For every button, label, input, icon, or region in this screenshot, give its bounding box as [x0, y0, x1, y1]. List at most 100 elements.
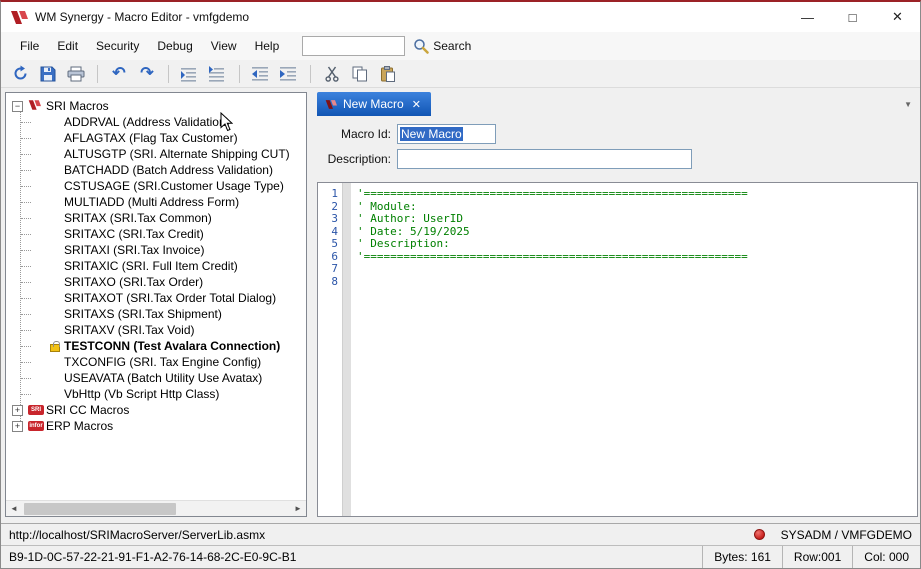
- row-indicator: Row:001: [781, 546, 852, 568]
- infor-icon: infor: [28, 421, 44, 431]
- minimize-button[interactable]: —: [785, 2, 830, 32]
- node-icon: SRI: [28, 403, 44, 415]
- tree-item[interactable]: SRITAXS (SRI.Tax Shipment): [6, 306, 306, 322]
- tree-item[interactable]: SRITAXC (SRI.Tax Credit): [6, 226, 306, 242]
- connection-status-icon: [753, 529, 765, 540]
- session-token: B9-1D-0C-57-22-21-91-F1-A2-76-14-68-2C-E…: [9, 550, 297, 564]
- code-line: '=======================================…: [357, 187, 748, 200]
- refresh-button[interactable]: [9, 63, 31, 85]
- undo-button[interactable]: ↶: [108, 63, 130, 85]
- bytes-indicator: Bytes: 161: [702, 546, 782, 568]
- tree-item-label: SRITAXIC (SRI. Full Item Credit): [64, 259, 238, 273]
- tree-item[interactable]: BATCHADD (Batch Address Validation): [6, 162, 306, 178]
- tree-item[interactable]: SRITAXO (SRI.Tax Order): [6, 274, 306, 290]
- expand-icon[interactable]: +: [12, 421, 23, 432]
- tree-item[interactable]: AFLAGTAX (Flag Tax Customer): [6, 130, 306, 146]
- title-bar: WM Synergy - Macro Editor - vmfgdemo — □…: [1, 2, 920, 32]
- indent-increase-button[interactable]: [278, 63, 300, 85]
- tree-root-label: ERP Macros: [46, 419, 114, 433]
- tree-item-label: SRITAXC (SRI.Tax Credit): [64, 227, 204, 241]
- undo-icon: ↶: [112, 64, 126, 82]
- description-input[interactable]: [397, 149, 692, 169]
- col-indicator: Col: 000: [852, 546, 920, 568]
- tree-item-label: SRITAXO (SRI.Tax Order): [64, 275, 204, 289]
- menu-help[interactable]: Help: [246, 35, 289, 57]
- cut-button[interactable]: [321, 63, 343, 85]
- tab-close-icon[interactable]: ✕: [412, 98, 421, 111]
- menu-debug[interactable]: Debug: [148, 35, 201, 57]
- code-line: ' Description:: [357, 237, 450, 250]
- tree-root-erp-macros[interactable]: + infor ERP Macros: [6, 418, 306, 434]
- search-button[interactable]: Search: [413, 38, 471, 54]
- refresh-icon: [12, 65, 29, 82]
- editor-margin-strip: [342, 183, 351, 516]
- search-input[interactable]: [302, 36, 406, 56]
- tree-item-label: BATCHADD (Batch Address Validation): [64, 163, 273, 177]
- toolbar-separator: [239, 64, 240, 83]
- menu-view[interactable]: View: [202, 35, 246, 57]
- tree-item-label: SRITAXI (SRI.Tax Invoice): [64, 243, 205, 257]
- indent-decrease-icon: [252, 66, 270, 82]
- maximize-button[interactable]: □: [830, 2, 875, 32]
- tree-item[interactable]: MULTIADD (Multi Address Form): [6, 194, 306, 210]
- sri-macros-icon: [28, 99, 41, 111]
- collapse-icon[interactable]: −: [12, 101, 23, 112]
- close-button[interactable]: ✕: [875, 2, 920, 32]
- copy-button[interactable]: [349, 63, 371, 85]
- tree-item[interactable]: ADDRVAL (Address Validation): [6, 114, 306, 130]
- tree-item-label: MULTIADD (Multi Address Form): [64, 195, 240, 209]
- expand-icon[interactable]: +: [12, 405, 23, 416]
- line-number-gutter: 12345678: [318, 183, 342, 516]
- line-indent-button[interactable]: [207, 63, 229, 85]
- tree-root-sri-macros[interactable]: − SRI Macros: [6, 98, 306, 114]
- tree-item[interactable]: SRITAXI (SRI.Tax Invoice): [6, 242, 306, 258]
- tab-list-dropdown-icon[interactable]: ▼: [904, 100, 912, 109]
- macro-form: Macro Id: New Macro Description:: [317, 116, 918, 182]
- paste-button[interactable]: [377, 63, 399, 85]
- scrollbar-track[interactable]: [22, 501, 290, 516]
- app-logo-icon: [10, 10, 28, 25]
- scroll-right-icon[interactable]: ►: [290, 500, 306, 516]
- line-number: 4: [331, 224, 338, 238]
- scrollbar-thumb[interactable]: [24, 503, 176, 515]
- tree-item[interactable]: SRITAXOT (SRI.Tax Order Total Dialog): [6, 290, 306, 306]
- session-label: SYSADM / VMFGDEMO: [780, 527, 912, 542]
- scroll-left-icon[interactable]: ◄: [6, 500, 22, 516]
- tree-item[interactable]: SRITAX (SRI.Tax Common): [6, 210, 306, 226]
- tree-item[interactable]: SRITAXV (SRI.Tax Void): [6, 322, 306, 338]
- tree-root-sri-cc-macros[interactable]: + SRI SRI CC Macros: [6, 402, 306, 418]
- save-button[interactable]: [37, 63, 59, 85]
- line-number: 1: [331, 187, 338, 200]
- code-editor[interactable]: 12345678 '==============================…: [317, 182, 918, 517]
- tree-item[interactable]: USEAVATA (Batch Utility Use Avatax): [6, 370, 306, 386]
- editor-panel: New Macro ✕ ▼ Macro Id: New Macro Descri…: [317, 92, 918, 517]
- tree-item[interactable]: VbHttp (Vb Script Http Class): [6, 386, 306, 402]
- tree-horizontal-scrollbar[interactable]: ◄ ►: [6, 500, 306, 516]
- tab-bar: New Macro ✕ ▼: [317, 92, 918, 116]
- main-area: − SRI Macros ADDRVAL (Address Validation…: [1, 88, 920, 523]
- macro-id-input[interactable]: New Macro: [397, 124, 496, 144]
- tree-item[interactable]: SRITAXIC (SRI. Full Item Credit): [6, 258, 306, 274]
- tree-item-label: USEAVATA (Batch Utility Use Avatax): [64, 371, 263, 385]
- redo-button[interactable]: ↷: [136, 63, 158, 85]
- toolbar-separator: [168, 64, 169, 83]
- search-icon: [413, 38, 429, 54]
- hanging-indent-button[interactable]: [179, 63, 201, 85]
- tree-item-label: ADDRVAL (Address Validation): [64, 115, 230, 129]
- line-number: 6: [331, 249, 338, 263]
- code-area[interactable]: '=======================================…: [351, 183, 917, 516]
- tree-item[interactable]: TXCONFIG (SRI. Tax Engine Config): [6, 354, 306, 370]
- menu-security[interactable]: Security: [87, 35, 148, 57]
- tree-item[interactable]: CSTUSAGE (SRI.Customer Usage Type): [6, 178, 306, 194]
- tab-icon: [325, 99, 337, 110]
- menu-edit[interactable]: Edit: [48, 35, 87, 57]
- indent-decrease-button[interactable]: [250, 63, 272, 85]
- cut-icon: [325, 66, 339, 82]
- tree-item[interactable]: TESTCONN (Test Avalara Connection): [6, 338, 306, 354]
- tab-new-macro[interactable]: New Macro ✕: [317, 92, 431, 116]
- print-button[interactable]: [65, 63, 87, 85]
- menu-file[interactable]: File: [11, 35, 48, 57]
- tree-item[interactable]: ALTUSGTP (SRI. Alternate Shipping CUT): [6, 146, 306, 162]
